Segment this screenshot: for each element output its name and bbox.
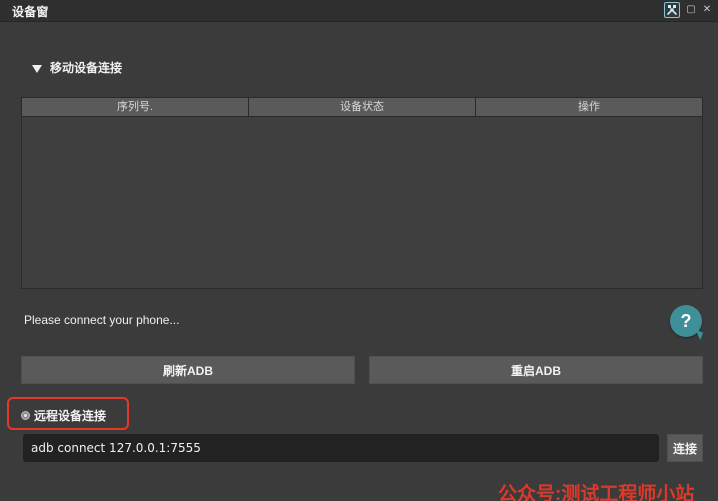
title-bar: 设备窗 ▢ ✕ bbox=[0, 0, 718, 22]
column-serial[interactable]: 序列号. bbox=[22, 98, 249, 116]
column-actions[interactable]: 操作 bbox=[476, 98, 702, 116]
table-header: 序列号. 设备状态 操作 bbox=[22, 98, 702, 117]
window-title: 设备窗 bbox=[12, 5, 49, 19]
radio-icon bbox=[21, 411, 30, 420]
column-status[interactable]: 设备状态 bbox=[249, 98, 476, 116]
tools-icon[interactable] bbox=[664, 2, 680, 18]
adb-connect-input[interactable] bbox=[23, 434, 659, 462]
remote-device-radio[interactable]: 远程设备连接 bbox=[21, 407, 106, 424]
refresh-adb-button[interactable]: 刷新ADB bbox=[21, 356, 355, 384]
title-controls: ▢ ✕ bbox=[664, 2, 712, 18]
mobile-section-toggle[interactable]: 移动设备连接 bbox=[32, 59, 122, 76]
help-icon[interactable]: ? bbox=[670, 305, 702, 337]
watermark-text: 公众号:测试工程师小站 bbox=[498, 484, 695, 501]
float-icon[interactable]: ▢ bbox=[686, 5, 696, 15]
help-glyph: ? bbox=[680, 310, 692, 331]
close-icon[interactable]: ✕ bbox=[702, 5, 712, 15]
mobile-section-label: 移动设备连接 bbox=[50, 61, 123, 75]
connection-status: Please connect your phone... bbox=[24, 313, 180, 327]
connect-button[interactable]: 连接 bbox=[667, 434, 703, 462]
device-table: 序列号. 设备状态 操作 bbox=[21, 97, 703, 289]
device-window: 设备窗 ▢ ✕ 移动设备连接 序列号. 设备状态 操作 Please conne bbox=[0, 0, 718, 501]
remote-section-label: 远程设备连接 bbox=[34, 409, 107, 423]
restart-adb-button[interactable]: 重启ADB bbox=[369, 356, 703, 384]
triangle-down-icon bbox=[32, 64, 42, 73]
